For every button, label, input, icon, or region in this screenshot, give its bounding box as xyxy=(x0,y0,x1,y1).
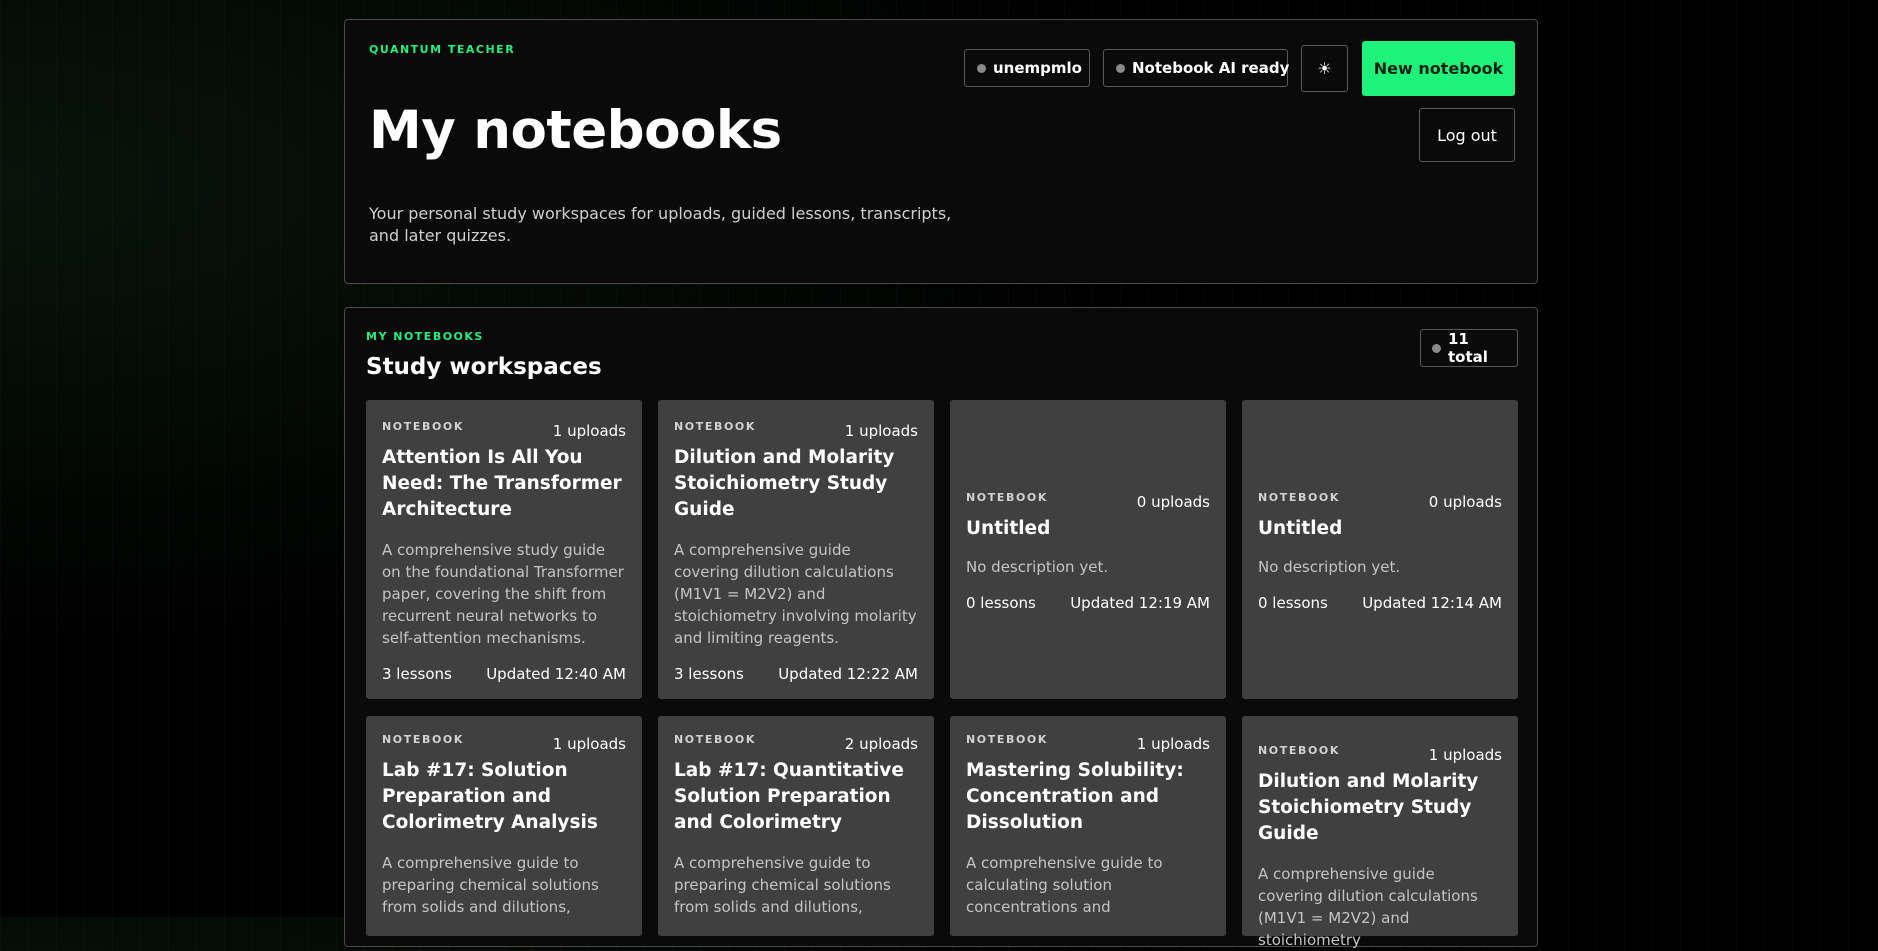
ai-status-label: Notebook AI ready xyxy=(1132,59,1290,77)
card-description: No description yet. xyxy=(966,557,1109,576)
card-uploads: 2 uploads xyxy=(844,735,918,753)
status-dot-icon xyxy=(1432,343,1441,353)
card-title: Dilution and Molarity Stoichiometry Stud… xyxy=(674,446,895,520)
notebook-card[interactable]: NOTEBOOK 1 uploads Attention Is All You … xyxy=(366,400,642,699)
notebook-card[interactable]: NOTEBOOK 1 uploads Mastering Solubility:… xyxy=(950,716,1226,936)
card-uploads: 1 uploads xyxy=(844,421,918,440)
notebook-card[interactable]: NOTEBOOK 1 uploads Dilution and Molarity… xyxy=(658,400,934,699)
card-description: A comprehensive guide covering dilution … xyxy=(674,540,917,647)
notebook-card[interactable]: NOTEBOOK 2 uploads Lab #17: Quantitative… xyxy=(658,716,934,936)
card-kicker: NOTEBOOK xyxy=(674,733,756,746)
card-updated: Updated 12:40 AM xyxy=(486,664,626,683)
section-eyebrow: MY NOTEBOOKS xyxy=(366,330,484,343)
card-kicker: NOTEBOOK xyxy=(382,419,464,433)
card-lessons: 0 lessons xyxy=(966,593,1036,612)
notebook-card[interactable]: NOTEBOOK 0 uploads Untitled No descripti… xyxy=(950,400,1226,699)
notebook-card[interactable]: NOTEBOOK 0 uploads Untitled No descripti… xyxy=(1242,400,1518,699)
card-description: A comprehensive guide to calculating sol… xyxy=(966,854,1163,916)
card-uploads: 1 uploads xyxy=(1428,746,1502,764)
card-kicker: NOTEBOOK xyxy=(1258,744,1340,757)
card-kicker: NOTEBOOK xyxy=(1258,490,1340,504)
card-description: A comprehensive guide to preparing chemi… xyxy=(674,854,891,916)
card-title: Mastering Solubility: Concentration and … xyxy=(966,760,1184,833)
card-title: Dilution and Molarity Stoichiometry Stud… xyxy=(1258,771,1479,844)
status-dot-icon xyxy=(1116,63,1125,73)
card-uploads: 0 uploads xyxy=(1428,492,1502,511)
total-count-label: 11 total xyxy=(1448,330,1488,366)
theme-toggle-button[interactable]: ☀ xyxy=(1301,45,1348,92)
card-kicker: NOTEBOOK xyxy=(674,419,756,433)
card-updated: Updated 12:19 AM xyxy=(1070,593,1210,612)
card-kicker: NOTEBOOK xyxy=(966,733,1048,746)
card-description: A comprehensive guide to preparing chemi… xyxy=(382,854,599,916)
logout-button[interactable]: Log out xyxy=(1419,108,1515,162)
card-lessons: 3 lessons xyxy=(382,664,452,683)
card-description: A comprehensive guide covering dilution … xyxy=(1258,865,1478,949)
card-updated: Updated 12:22 AM xyxy=(778,664,918,683)
total-count-badge: 11 total xyxy=(1420,329,1518,367)
card-uploads: 1 uploads xyxy=(552,421,626,440)
notebook-card[interactable]: NOTEBOOK 1 uploads Dilution and Molarity… xyxy=(1242,716,1518,949)
card-updated: Updated 12:14 AM xyxy=(1362,593,1502,612)
card-title: Untitled xyxy=(966,517,1051,539)
notebook-card[interactable]: NOTEBOOK 1 uploads Lab #17: Solution Pre… xyxy=(366,716,642,936)
notebooks-panel: MY NOTEBOOKS Study workspaces 11 total N… xyxy=(344,307,1538,949)
card-lessons: 0 lessons xyxy=(1258,593,1328,612)
ai-status-badge: Notebook AI ready xyxy=(1103,49,1290,87)
card-title: Lab #17: Solution Preparation and Colori… xyxy=(382,760,598,833)
status-dot-icon xyxy=(977,63,986,73)
card-kicker: NOTEBOOK xyxy=(966,490,1048,504)
user-badge: unempmlo xyxy=(964,49,1090,87)
card-uploads: 1 uploads xyxy=(1136,735,1210,753)
card-title: Untitled xyxy=(1258,517,1343,539)
card-title: Lab #17: Quantitative Solution Preparati… xyxy=(674,760,904,833)
card-uploads: 0 uploads xyxy=(1136,492,1210,511)
username-label: unempmlo xyxy=(993,59,1082,77)
new-notebook-button[interactable]: New notebook xyxy=(1362,41,1515,96)
page-description: Your personal study workspaces for uploa… xyxy=(369,204,952,245)
card-lessons: 3 lessons xyxy=(674,664,744,683)
sun-icon: ☀ xyxy=(1317,59,1332,78)
card-uploads: 1 uploads xyxy=(552,735,626,753)
page-title: My notebooks xyxy=(369,100,782,161)
card-kicker: NOTEBOOK xyxy=(382,733,464,746)
page-header: QUANTUM TEACHER My notebooks Your person… xyxy=(344,19,1538,284)
app-name: QUANTUM TEACHER xyxy=(369,43,516,56)
card-description: A comprehensive study guide on the found… xyxy=(382,540,624,647)
card-title: Attention Is All You Need: The Transform… xyxy=(382,446,622,520)
card-description: No description yet. xyxy=(1258,557,1401,576)
section-title: Study workspaces xyxy=(366,354,602,380)
